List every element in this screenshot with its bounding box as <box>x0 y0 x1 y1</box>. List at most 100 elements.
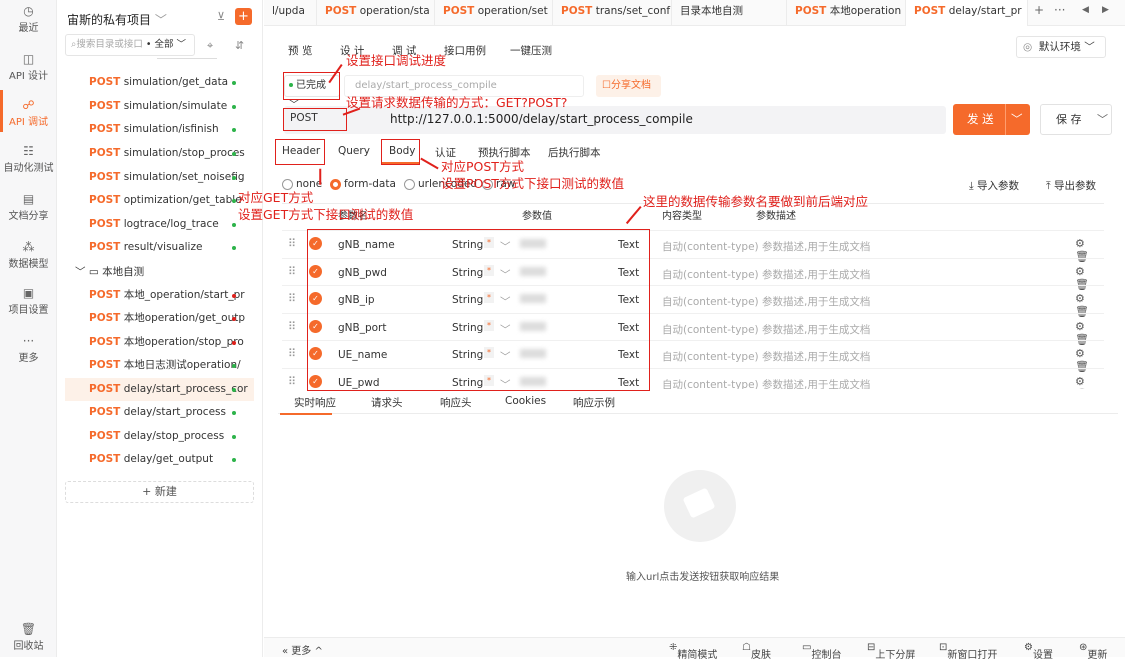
nav-auto-test[interactable]: ☷ 自动化测试 <box>0 144 57 174</box>
footer-simple-mode[interactable]: ⁜ 精简模式 <box>669 642 717 661</box>
sidebar-api-item[interactable]: POST logtrace/log_trace <box>65 213 255 236</box>
subnav-cases[interactable]: 接口用例 <box>444 43 486 58</box>
param-description[interactable]: 参数描述,用于生成文档 <box>762 267 870 282</box>
add-button[interactable]: + <box>235 8 252 25</box>
locate-icon[interactable]: ⌖ <box>207 39 213 53</box>
environment-select[interactable]: ◎ 默认环境 ﹀ <box>1016 36 1106 58</box>
sidebar-api-item[interactable]: POST simulation/get_data <box>65 71 255 94</box>
content-type[interactable]: 自动(content-type) <box>662 267 759 282</box>
send-dropdown-icon[interactable]: ﹀ <box>1011 104 1023 135</box>
url-input[interactable]: http://127.0.0.1:5000/delay/start_proces… <box>390 112 693 126</box>
footer-skin[interactable]: ☖ 皮肤 <box>742 642 771 661</box>
sidebar-api-item[interactable]: POST 本地operation/get_outp <box>65 307 255 330</box>
editor-tab[interactable]: POST operation/set <box>435 0 553 26</box>
drag-handle-icon[interactable]: ⠿ <box>288 320 296 333</box>
save-dropdown-icon[interactable]: ﹀ <box>1097 105 1108 134</box>
new-button[interactable]: + 新建 <box>65 481 254 503</box>
send-button[interactable]: 发 送 ﹀ <box>953 104 1030 135</box>
content-type[interactable]: 自动(content-type) <box>662 322 759 337</box>
status-dot <box>232 246 236 250</box>
sidebar-api-item[interactable]: POST delay/stop_process <box>65 425 255 448</box>
model-icon: ⁂ <box>22 240 35 254</box>
sidebar-api-item[interactable]: POST 本地日志测试operation/ <box>65 354 255 377</box>
editor-tab[interactable]: POST delay/start_pr <box>906 0 1028 26</box>
drag-handle-icon[interactable]: ⠿ <box>288 375 296 388</box>
project-title[interactable]: 宙斯的私有项目 ﹀ <box>67 11 167 28</box>
sidebar-api-item[interactable]: POST optimization/get_table <box>65 189 255 212</box>
content-type[interactable]: 自动(content-type) <box>662 294 759 309</box>
nav-recent[interactable]: ◷ 最近 <box>0 4 57 34</box>
footer-new-window[interactable]: ⊡ 新窗口打开 <box>939 642 997 661</box>
resp-tab-realtime[interactable]: 实时响应 <box>294 395 336 410</box>
save-button[interactable]: 保 存 ﹀ <box>1040 104 1112 135</box>
param-description[interactable]: 参数描述,用于生成文档 <box>762 294 870 309</box>
content-type[interactable]: 自动(content-type) <box>662 377 759 390</box>
status-dot <box>232 411 236 415</box>
sidebar-api-item[interactable]: POST simulation/set_noisefig <box>65 166 255 189</box>
footer-more[interactable]: « 更多 ^ <box>282 642 323 657</box>
nav-api-design[interactable]: ◫ API 设计 <box>0 52 57 82</box>
tab-query[interactable]: Query <box>338 145 370 157</box>
tab-left-icon[interactable]: ◀ <box>1082 5 1089 15</box>
nav-data-model[interactable]: ⁂ 数据模型 <box>0 240 57 270</box>
drag-handle-icon[interactable]: ⠿ <box>288 265 296 278</box>
editor-tab[interactable]: l/upda <box>264 0 317 26</box>
resp-tab-resp-headers[interactable]: 响应头 <box>440 395 472 410</box>
nav-trash[interactable]: 🗑 回收站 <box>0 622 57 652</box>
nav-more[interactable]: ··· 更多 <box>0 334 57 364</box>
editor-tab[interactable]: POST operation/sta <box>317 0 435 26</box>
import-params-button[interactable]: ⤓ 导入参数 <box>969 178 1019 193</box>
drag-handle-icon[interactable]: ⠿ <box>288 292 296 305</box>
param-description[interactable]: 参数描述,用于生成文档 <box>762 322 870 337</box>
folder-local-test[interactable]: ﹀ ▭ 本地自测 <box>75 262 144 282</box>
status-dot <box>232 458 236 462</box>
subnav-preview[interactable]: 预 览 <box>288 43 312 58</box>
annotation-param-names: 这里的数据传输参数名要做到前后端对应 <box>643 194 869 209</box>
sidebar-api-item[interactable]: POST delay/start_process_cor <box>65 378 254 401</box>
drag-handle-icon[interactable]: ⠿ <box>288 237 296 250</box>
new-tab-icon[interactable]: + <box>1034 3 1044 17</box>
sidebar-api-item[interactable]: POST delay/start_process <box>65 401 255 424</box>
footer-update[interactable]: ⊛ 更新 <box>1079 642 1107 661</box>
footer-console[interactable]: ▭ 控制台 <box>802 642 841 661</box>
resp-tab-req-headers[interactable]: 请求头 <box>371 395 403 410</box>
sidebar-api-item[interactable]: POST 本地_operation/start_pr <box>65 284 255 307</box>
tab-post-script[interactable]: 后执行脚本 <box>548 145 601 160</box>
radio-form-data[interactable]: form-data <box>330 178 396 190</box>
editor-tab[interactable]: 目录本地自测 <box>672 0 787 26</box>
import-icon[interactable]: ⊻ <box>217 10 225 23</box>
status-dot <box>232 223 236 227</box>
nav-doc-share[interactable]: ▤ 文档分享 <box>0 192 57 222</box>
resp-tab-cookies[interactable]: Cookies <box>505 395 546 407</box>
settings-icon: ▣ <box>22 286 35 300</box>
row-actions[interactable]: ⚙🗑 <box>1075 375 1104 390</box>
resp-tab-example[interactable]: 响应示例 <box>573 395 615 410</box>
editor-tab[interactable]: POST trans/set_conf <box>553 0 672 26</box>
param-description[interactable]: 参数描述,用于生成文档 <box>762 239 870 254</box>
sidebar-api-item[interactable]: POST delay/get_output <box>65 448 255 471</box>
collapse-icon[interactable]: ⇵ <box>235 39 244 52</box>
sidebar-api-item[interactable]: POST simulation/isfinish <box>65 118 255 141</box>
sidebar-api-item[interactable]: POST simulation/stop_proces <box>65 142 255 165</box>
tab-right-icon[interactable]: ▶ <box>1102 5 1109 15</box>
share-doc-button[interactable]: ☐分享文档 <box>596 75 661 97</box>
status-dot <box>232 294 236 298</box>
param-description[interactable]: 参数描述,用于生成文档 <box>762 349 870 364</box>
drag-handle-icon[interactable]: ⠿ <box>288 347 296 360</box>
sidebar-api-item[interactable]: POST 本地operation/stop_pro <box>65 331 255 354</box>
search-input[interactable]: ⌕搜索目录或接口 • 全部 ﹀ <box>65 34 195 56</box>
sidebar-api-item[interactable]: POST simulation/simulate <box>65 95 255 118</box>
subnav-stress[interactable]: 一键压测 <box>510 43 552 58</box>
footer-settings[interactable]: ⚙ 设置 <box>1024 642 1053 661</box>
param-description[interactable]: 参数描述,用于生成文档 <box>762 377 870 390</box>
nav-project-settings[interactable]: ▣ 项目设置 <box>0 286 57 316</box>
nav-api-debug[interactable]: ☍ API 调试 <box>0 98 57 128</box>
more-tabs-icon[interactable]: ··· <box>1054 3 1065 17</box>
content-type[interactable]: 自动(content-type) <box>662 349 759 364</box>
editor-tab[interactable]: POST 本地operation <box>787 0 906 26</box>
footer-split[interactable]: ⊟ 上下分屏 <box>867 642 915 661</box>
export-params-button[interactable]: ⤒ 导出参数 <box>1046 178 1096 193</box>
content-type[interactable]: 自动(content-type) <box>662 239 759 254</box>
annotation-box-header <box>275 139 325 165</box>
sidebar-api-item[interactable]: POST result/visualize <box>65 236 255 259</box>
